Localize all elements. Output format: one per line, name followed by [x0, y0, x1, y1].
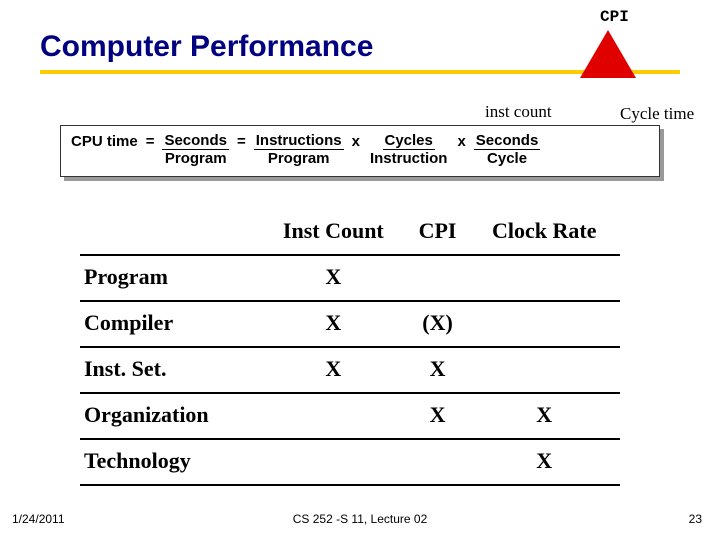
table-row: Inst. Set. X X — [80, 347, 620, 393]
cell — [468, 301, 620, 347]
row-label: Program — [80, 255, 260, 301]
cell: X — [260, 301, 407, 347]
formula-frac1: Seconds Program — [162, 132, 229, 168]
frac3-bot: Instruction — [368, 150, 450, 167]
formula-x2: x — [457, 132, 465, 150]
cell — [468, 347, 620, 393]
table-header-cpi: CPI — [407, 210, 469, 255]
formula-cputime: CPU time — [71, 132, 138, 150]
row-label: Inst. Set. — [80, 347, 260, 393]
formula-x1: x — [352, 132, 360, 150]
formula-eq2: = — [237, 132, 246, 150]
frac1-top: Seconds — [162, 132, 229, 150]
footer-page-number: 23 — [689, 512, 702, 526]
table-header-blank — [80, 210, 260, 255]
formula-frac2: Instructions Program — [254, 132, 344, 168]
cell — [260, 439, 407, 485]
frac4-bot: Cycle — [485, 150, 529, 167]
frac3-top: Cycles — [383, 132, 435, 150]
table-header-clockrate: Clock Rate — [468, 210, 620, 255]
frac1-bot: Program — [163, 150, 229, 167]
impact-table: Inst Count CPI Clock Rate Program X Comp… — [80, 210, 620, 486]
cell: X — [260, 255, 407, 301]
formula-box: CPU time = Seconds Program = Instruction… — [60, 125, 660, 177]
formula-frac4: Seconds Cycle — [474, 132, 541, 168]
frac2-top: Instructions — [254, 132, 344, 150]
cell: X — [468, 439, 620, 485]
frac2-bot: Program — [266, 150, 332, 167]
formula-frac3: Cycles Instruction — [368, 132, 450, 168]
cell: X — [407, 347, 469, 393]
footer-center: CS 252 -S 11, Lecture 02 — [0, 512, 720, 526]
cell: X — [407, 393, 469, 439]
cpi-triangle-icon — [580, 30, 636, 78]
cell: X — [468, 393, 620, 439]
cell — [407, 255, 469, 301]
table-header-row: Inst Count CPI Clock Rate — [80, 210, 620, 255]
cell — [468, 255, 620, 301]
cycle-time-label: Cycle time — [620, 104, 694, 124]
table-row: Program X — [80, 255, 620, 301]
cell: (X) — [407, 301, 469, 347]
formula-eq1: = — [146, 132, 155, 150]
row-label: Compiler — [80, 301, 260, 347]
row-label: Technology — [80, 439, 260, 485]
cell — [260, 393, 407, 439]
frac4-top: Seconds — [474, 132, 541, 150]
cell — [407, 439, 469, 485]
table-header-instcount: Inst Count — [260, 210, 407, 255]
row-label: Organization — [80, 393, 260, 439]
table-row: Compiler X (X) — [80, 301, 620, 347]
table-row: Technology X — [80, 439, 620, 485]
table-row: Organization X X — [80, 393, 620, 439]
cell: X — [260, 347, 407, 393]
inst-count-label: inst count — [485, 102, 552, 122]
cpi-label: CPI — [600, 8, 629, 26]
slide-title: Computer Performance — [40, 30, 373, 64]
